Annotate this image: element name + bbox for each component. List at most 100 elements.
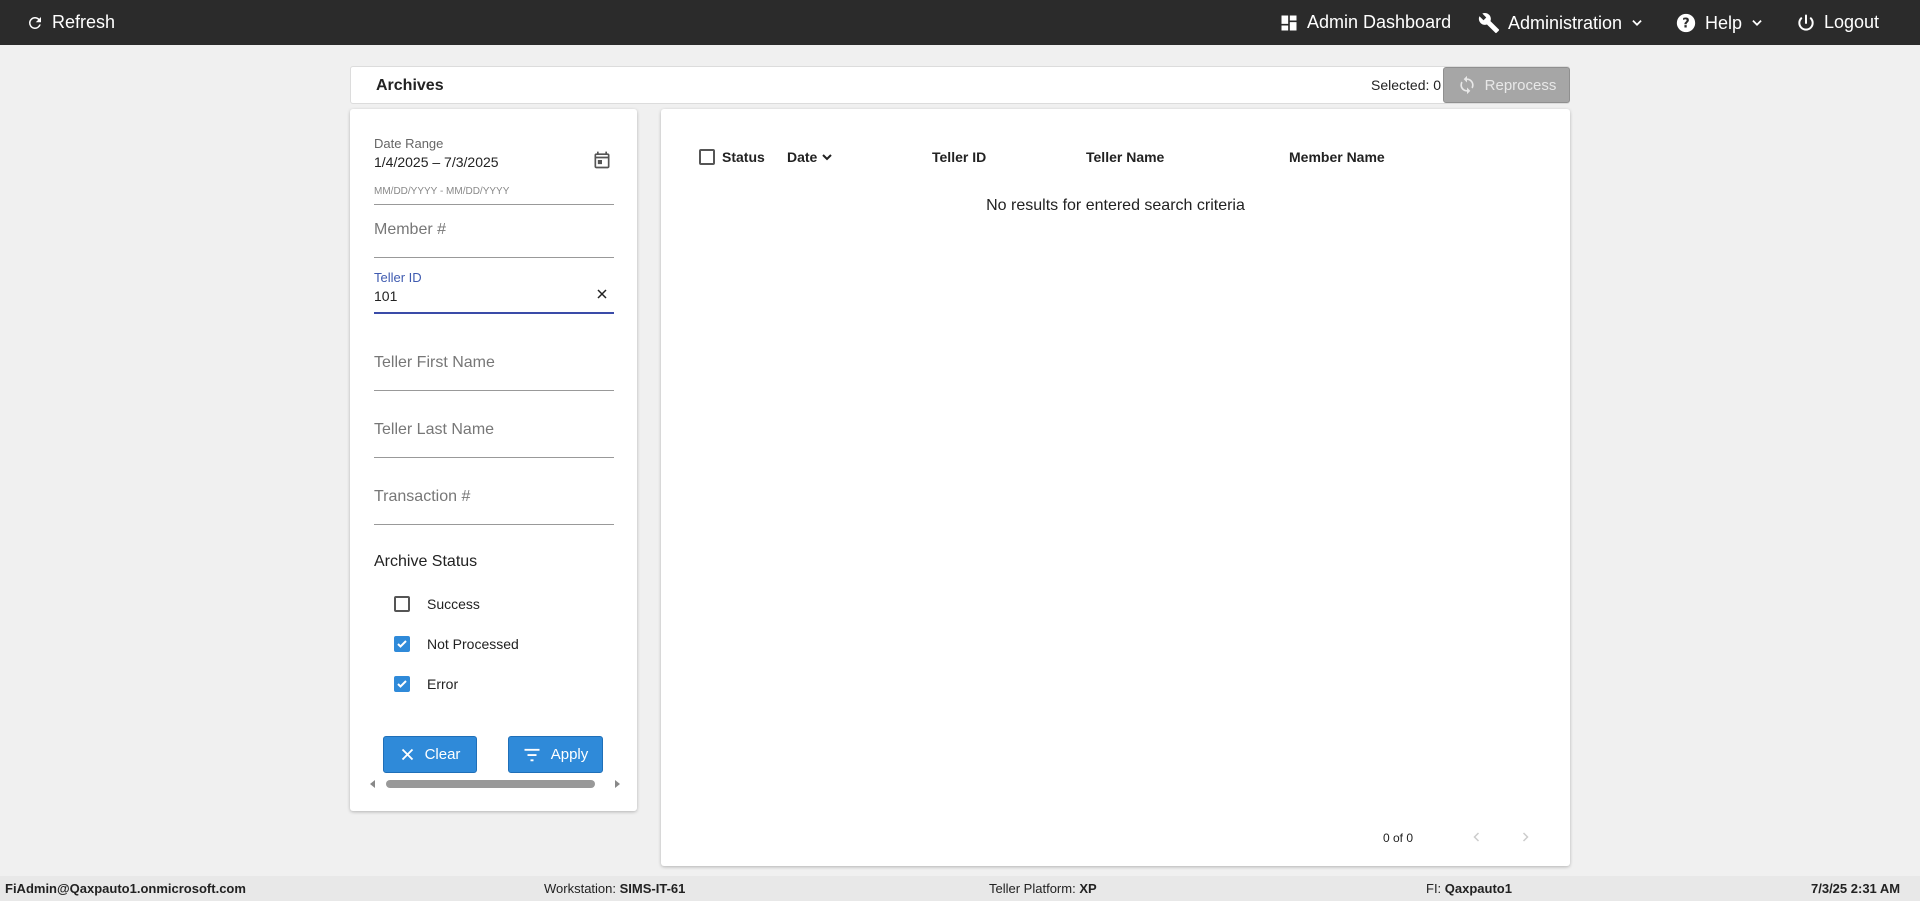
teller-last-name-underline [374, 457, 614, 458]
member-number-input[interactable]: Member # [374, 221, 614, 258]
help-icon: ? [1676, 13, 1696, 33]
check-icon [397, 680, 407, 688]
column-header-teller-id: Teller ID [932, 149, 986, 165]
status-label-success: Success [427, 596, 480, 612]
administration-menu[interactable]: Administration [1478, 12, 1644, 34]
clear-button[interactable]: Clear [383, 736, 477, 773]
filter-panel: Date Range 1/4/2025 – 7/3/2025 MM/DD/YYY… [350, 109, 637, 811]
teller-id-underline [374, 312, 614, 314]
column-header-teller-name: Teller Name [1086, 149, 1164, 165]
checkbox[interactable] [699, 149, 715, 165]
filter-icon [524, 748, 540, 761]
chevron-right-icon [1522, 832, 1529, 842]
date-range-label: Date Range [374, 136, 444, 151]
status-checkbox-not-processed[interactable]: Not Processed [394, 636, 519, 652]
help-menu[interactable]: ? Help [1675, 12, 1764, 34]
workstation-label: Workstation: [544, 881, 617, 896]
archive-status-heading: Archive Status [374, 553, 478, 570]
column-status-label: Status [722, 149, 765, 165]
teller-platform-label: Teller Platform: [989, 881, 1076, 896]
status-label-not-processed: Not Processed [427, 636, 519, 652]
status-checkbox-error[interactable]: Error [394, 676, 458, 692]
check-icon [397, 640, 407, 648]
reprocess-label: Reprocess [1484, 76, 1557, 94]
date-range-value[interactable]: 1/4/2025 – 7/3/2025 [374, 154, 614, 170]
refresh-label: Refresh [52, 12, 116, 32]
administration-label: Administration [1508, 12, 1623, 33]
teller-last-name-placeholder: Teller Last Name [374, 421, 495, 438]
calendar-icon[interactable] [592, 150, 612, 170]
member-number-underline [374, 257, 614, 258]
transaction-number-input[interactable]: Transaction # [374, 488, 614, 525]
scrollbar-thumb[interactable] [386, 780, 595, 788]
footer-user: FiAdmin@Qaxpauto1.onmicrosoft.com [5, 881, 246, 896]
column-date-label: Date [787, 149, 818, 165]
sync-icon [1459, 75, 1474, 95]
apply-label: Apply [550, 746, 589, 763]
power-icon [1798, 14, 1814, 31]
dashboard-icon [1281, 15, 1297, 30]
admin-dashboard-link[interactable]: Admin Dashboard [1279, 12, 1451, 33]
svg-text:?: ? [1682, 17, 1689, 32]
admin-dashboard-label: Admin Dashboard [1307, 12, 1452, 32]
teller-id-input[interactable]: Teller ID 101 [374, 270, 614, 315]
teller-first-name-input[interactable]: Teller First Name [374, 354, 614, 391]
status-label-error: Error [427, 676, 459, 692]
horizontal-scrollbar[interactable] [370, 778, 620, 790]
column-member-name-label: Member Name [1289, 149, 1385, 165]
column-header-status: Status [722, 149, 765, 165]
refresh-button[interactable]: Refresh [26, 12, 115, 33]
scroll-left-icon[interactable] [370, 780, 375, 788]
chevron-down-icon [1632, 20, 1642, 26]
date-range-underline [374, 204, 614, 205]
footer-fi: FI: Qaxpauto1 [1426, 881, 1512, 896]
checkbox-checked[interactable] [394, 636, 410, 652]
teller-first-name-placeholder: Teller First Name [374, 354, 495, 371]
fi-value: Qaxpauto1 [1444, 881, 1512, 896]
column-teller-name-label: Teller Name [1086, 149, 1165, 165]
wrench-icon [1478, 13, 1500, 34]
fi-label: FI: [1426, 881, 1442, 896]
next-page-button[interactable] [1513, 825, 1537, 849]
date-range-field[interactable]: Date Range 1/4/2025 – 7/3/2025 [374, 136, 614, 205]
transaction-number-placeholder: Transaction # [374, 488, 471, 505]
teller-platform-value: XP [1079, 881, 1097, 896]
status-footer: FiAdmin@Qaxpauto1.onmicrosoft.com Workst… [0, 876, 1920, 901]
transaction-number-underline [374, 524, 614, 525]
sort-down-icon [822, 154, 833, 161]
help-label: Help [1705, 12, 1743, 33]
scroll-right-icon[interactable] [615, 780, 620, 788]
apply-button[interactable]: Apply [508, 736, 603, 773]
close-icon [401, 748, 413, 761]
chevron-left-icon [1473, 832, 1480, 842]
workstation-value: SIMS-IT-61 [619, 881, 686, 896]
archives-header: Archives Selected: 0 Reprocess [350, 66, 1570, 104]
footer-teller-platform: Teller Platform: XP [989, 881, 1097, 896]
select-all-checkbox[interactable] [699, 149, 715, 165]
checkbox-checked[interactable] [394, 676, 410, 692]
teller-last-name-input[interactable]: Teller Last Name [374, 421, 614, 458]
top-navigation-bar: Refresh Admin Dashboard Administration ?… [0, 0, 1920, 45]
footer-datetime: 7/3/25 2:31 AM [1811, 881, 1901, 896]
paging-count: 0 of 0 [1383, 831, 1414, 845]
logout-button[interactable]: Logout [1796, 12, 1879, 33]
teller-first-name-underline [374, 390, 614, 391]
close-icon[interactable] [596, 288, 608, 300]
member-number-placeholder: Member # [374, 221, 447, 238]
page-title: Archives [376, 77, 444, 94]
date-range-hint: MM/DD/YYYY - MM/DD/YYYY [374, 186, 510, 197]
clear-label: Clear [424, 746, 461, 763]
teller-id-label: Teller ID [374, 270, 422, 285]
teller-id-value[interactable]: 101 [374, 288, 614, 304]
column-header-date[interactable]: Date [787, 149, 833, 165]
reprocess-button[interactable]: Reprocess [1443, 67, 1570, 103]
checkbox[interactable] [394, 596, 410, 612]
column-teller-id-label: Teller ID [932, 149, 987, 165]
footer-workstation: Workstation: SIMS-IT-61 [544, 881, 685, 896]
results-panel: Status Date Teller ID Teller Name Member… [661, 109, 1570, 866]
empty-results-message: No results for entered search criteria [986, 197, 1245, 214]
selected-count: Selected: 0 [1371, 77, 1442, 93]
status-checkbox-success[interactable]: Success [394, 596, 480, 612]
logout-label: Logout [1824, 12, 1880, 32]
previous-page-button[interactable] [1465, 825, 1489, 849]
